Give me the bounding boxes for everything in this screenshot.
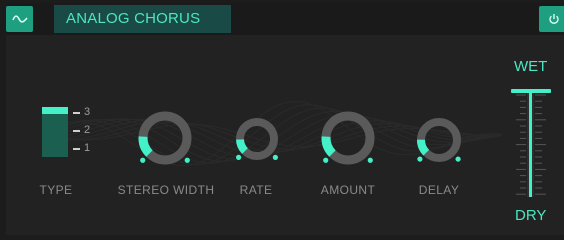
power-icon[interactable] (539, 6, 564, 32)
knob-max-dot (184, 157, 190, 163)
knob-min-dot (140, 157, 146, 163)
type-option-2[interactable]: 2 (84, 124, 90, 136)
preset-name[interactable]: ANALOG CHORUS (54, 5, 231, 33)
wet-dry-fader[interactable] (509, 87, 553, 199)
rate-knob[interactable] (231, 113, 283, 165)
type-label: TYPE (39, 183, 73, 197)
type-tick-1 (73, 148, 80, 150)
type-tick-2 (73, 130, 80, 132)
wet-label: WET (514, 58, 548, 75)
knob-min-dot (417, 156, 423, 162)
knob-value-arc (321, 136, 336, 157)
header-bar: ANALOG CHORUS (6, 3, 564, 35)
plugin-panel: ANALOG CHORUS 3 2 1 TYPE STEREO WIDTH RA… (6, 3, 564, 235)
type-tick-3 (73, 112, 80, 114)
stereo-width-label: STEREO WIDTH (117, 183, 215, 197)
knob-value-arc (236, 139, 249, 154)
knob-max-dot (455, 156, 461, 162)
amount-label: AMOUNT (320, 183, 376, 197)
knob-max-dot (367, 157, 373, 163)
fader-handle (511, 89, 551, 93)
knob-value-arc (138, 136, 153, 157)
sine-wave-icon[interactable] (6, 6, 33, 32)
type-selector-active (42, 107, 68, 114)
rate-label: RATE (239, 183, 273, 197)
type-selector[interactable] (42, 107, 68, 157)
amount-knob[interactable] (316, 106, 380, 170)
type-option-1[interactable]: 1 (84, 142, 90, 154)
delay-label: DELAY (418, 183, 460, 197)
dry-label: DRY (515, 207, 547, 224)
type-option-3[interactable]: 3 (84, 106, 90, 118)
knob-max-dot (272, 154, 278, 160)
fader-level (529, 89, 532, 197)
knob-min-dot (236, 154, 242, 160)
knob-min-dot (323, 157, 329, 163)
delay-knob[interactable] (412, 113, 466, 167)
stereo-width-knob[interactable] (133, 106, 197, 170)
knob-value-arc (417, 139, 430, 156)
